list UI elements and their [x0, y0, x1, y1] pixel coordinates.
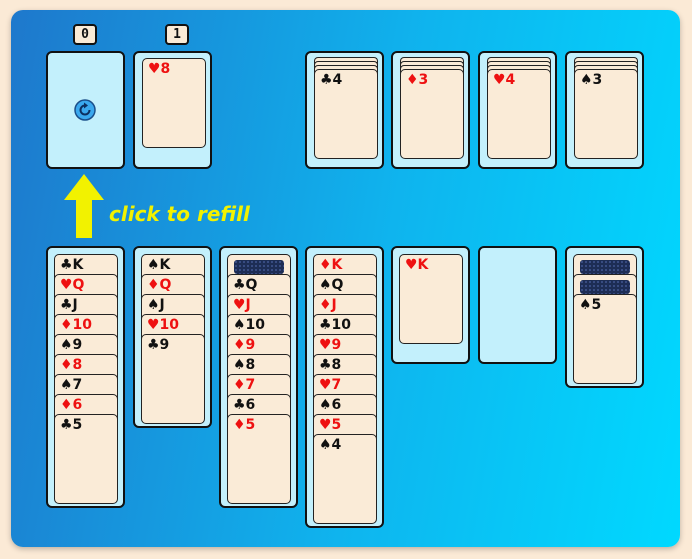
- foundation-spades[interactable]: ♠3: [565, 51, 644, 169]
- tableau-card[interactable]: ♣5: [54, 414, 118, 504]
- foundation-top-card[interactable]: ♦3: [400, 69, 464, 159]
- foundation-top-card[interactable]: ♣4: [314, 69, 378, 159]
- tableau-card[interactable]: ♠5: [573, 294, 637, 384]
- up-arrow-icon: [64, 174, 104, 238]
- refresh-icon[interactable]: [74, 99, 96, 121]
- tableau-card[interactable]: ♦5: [227, 414, 291, 504]
- foundation-top-card[interactable]: ♥4: [487, 69, 551, 159]
- waste-top-card[interactable]: ♥8: [142, 58, 206, 148]
- foundation-hearts[interactable]: ♥4: [478, 51, 557, 169]
- refill-hint: click to refill: [109, 202, 250, 226]
- foundation-diamonds[interactable]: ♦3: [391, 51, 470, 169]
- waste-counter: 1: [165, 24, 189, 45]
- tableau-card[interactable]: ♣9: [141, 334, 205, 424]
- foundation-clubs[interactable]: ♣4: [305, 51, 384, 169]
- tableau-column-3[interactable]: ♣Q ♥J ♠10 ♦9 ♠8 ♦7 ♣6 ♦5: [219, 246, 298, 508]
- tableau-column-7[interactable]: ♠5: [565, 246, 644, 388]
- waste-pile[interactable]: ♥8: [133, 51, 212, 169]
- tableau-card[interactable]: ♠4: [313, 434, 377, 524]
- tableau-column-1[interactable]: ♣K ♥Q ♣J ♦10 ♠9 ♦8 ♠7 ♦6 ♣5: [46, 246, 125, 508]
- tableau-column-2[interactable]: ♠K ♦Q ♠J ♥10 ♣9: [133, 246, 212, 428]
- tableau-column-4[interactable]: ♦K ♠Q ♦J ♣10 ♥9 ♣8 ♥7 ♠6 ♥5 ♠4: [305, 246, 384, 528]
- tableau-column-5[interactable]: ♥K: [391, 246, 470, 364]
- tableau-card[interactable]: ♥K: [399, 254, 463, 344]
- stock-counter: 0: [73, 24, 97, 45]
- foundation-top-card[interactable]: ♠3: [574, 69, 638, 159]
- tableau-column-6[interactable]: [478, 246, 557, 364]
